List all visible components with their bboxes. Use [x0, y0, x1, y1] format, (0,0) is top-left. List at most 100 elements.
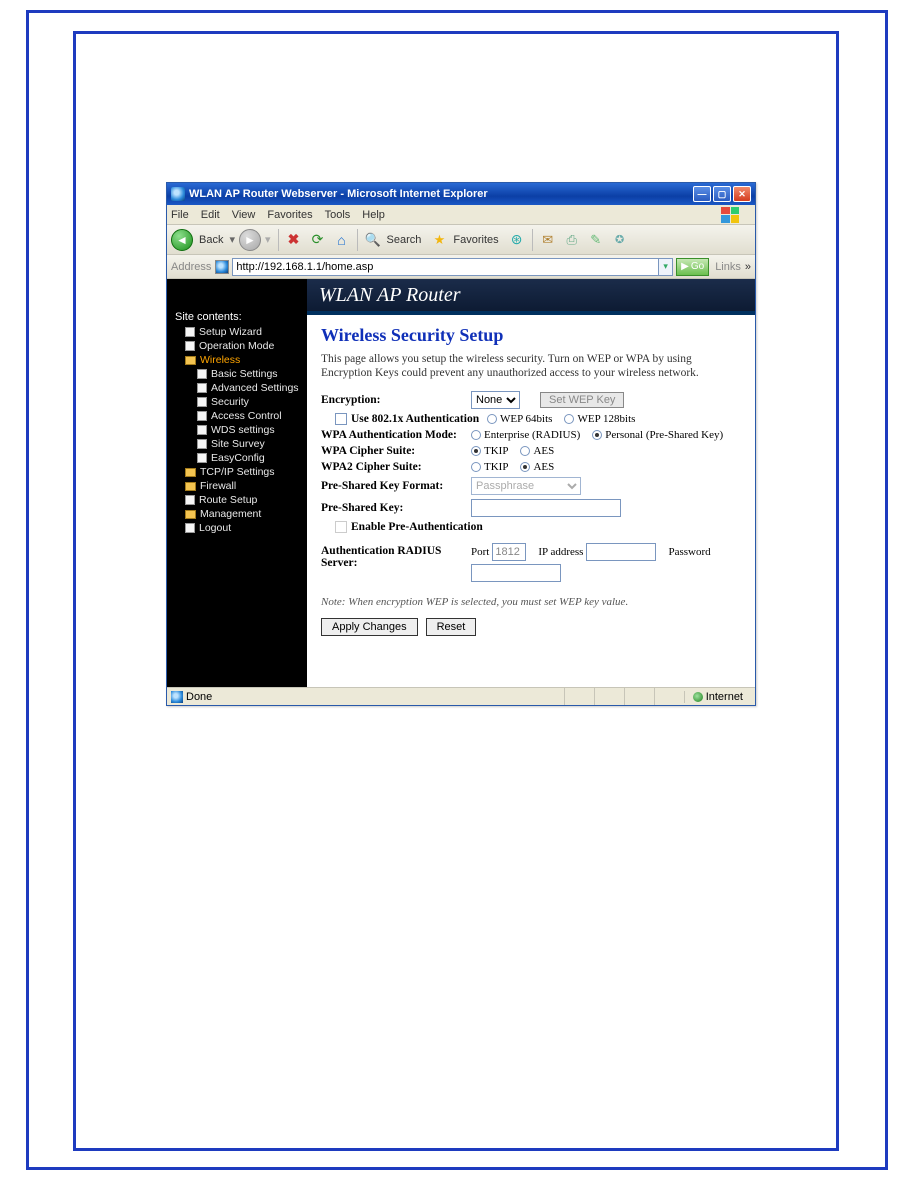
- file-icon: [185, 495, 195, 505]
- address-dropdown-icon[interactable]: ▾: [659, 258, 673, 276]
- wpa2-tkip-label: TKIP: [484, 461, 508, 473]
- folder-icon: [185, 468, 196, 477]
- sidebar-item-basic-settings[interactable]: Basic Settings: [171, 367, 303, 381]
- close-button[interactable]: ✕: [733, 186, 751, 202]
- sidebar-item-easyconfig[interactable]: EasyConfig: [171, 451, 303, 465]
- go-button[interactable]: ▶ Go: [676, 258, 709, 276]
- main-area: WLAN AP Router Wireless Security Setup T…: [307, 279, 755, 687]
- address-label: Address: [171, 261, 211, 273]
- wep-64-label: WEP 64bits: [500, 413, 552, 425]
- window-titlebar: WLAN AP Router Webserver - Microsoft Int…: [167, 183, 755, 205]
- edit-icon[interactable]: ✎: [587, 231, 605, 249]
- menu-help[interactable]: Help: [362, 209, 385, 221]
- sidebar-item-route-setup[interactable]: Route Setup: [171, 493, 303, 507]
- preauth-checkbox[interactable]: [335, 521, 347, 533]
- forward-dropdown-icon[interactable]: ▾: [265, 233, 271, 246]
- links-label[interactable]: Links: [715, 261, 741, 273]
- sidebar-item-access-control[interactable]: Access Control: [171, 409, 303, 423]
- wpa-enterprise-radio[interactable]: [471, 430, 481, 440]
- use-8021x-label: Use 802.1x Authentication: [351, 413, 487, 425]
- file-icon: [185, 327, 195, 337]
- menu-tools[interactable]: Tools: [325, 209, 351, 221]
- apply-changes-button[interactable]: Apply Changes: [321, 618, 418, 636]
- sidebar-item-logout[interactable]: Logout: [171, 521, 303, 535]
- menubar: File Edit View Favorites Tools Help: [167, 205, 755, 225]
- wpa-aes-radio[interactable]: [520, 446, 530, 456]
- file-icon: [197, 439, 207, 449]
- sidebar-header: Site contents:: [175, 311, 303, 323]
- sidebar-item-label: Site Survey: [211, 438, 265, 450]
- address-input[interactable]: [232, 258, 659, 276]
- browser-window: WLAN AP Router Webserver - Microsoft Int…: [166, 182, 756, 706]
- sidebar-item-label: Logout: [199, 522, 231, 534]
- use-8021x-checkbox[interactable]: [335, 413, 347, 425]
- links-expand-icon[interactable]: »: [745, 261, 751, 273]
- sidebar-item-security[interactable]: Security: [171, 395, 303, 409]
- sidebar-item-wireless[interactable]: Wireless: [171, 353, 303, 367]
- back-dropdown-icon[interactable]: ▾: [229, 233, 235, 246]
- sidebar-item-label: Operation Mode: [199, 340, 274, 352]
- sidebar-item-site-survey[interactable]: Site Survey: [171, 437, 303, 451]
- radius-ip-input[interactable]: [586, 543, 656, 561]
- stop-icon[interactable]: ✖: [285, 231, 303, 249]
- page-icon: [215, 260, 229, 274]
- sidebar-item-operation-mode[interactable]: Operation Mode: [171, 339, 303, 353]
- wpa2-tkip-radio[interactable]: [471, 462, 481, 472]
- psk-input[interactable]: [471, 499, 621, 517]
- radius-password-input[interactable]: [471, 564, 561, 582]
- internet-zone-label: Internet: [706, 691, 743, 703]
- sidebar-item-label: EasyConfig: [211, 452, 265, 464]
- discuss-icon[interactable]: ✪: [611, 231, 629, 249]
- set-wep-key-button[interactable]: Set WEP Key: [540, 392, 624, 408]
- file-icon: [197, 383, 207, 393]
- wep-128-radio[interactable]: [564, 414, 574, 424]
- minimize-button[interactable]: —: [693, 186, 711, 202]
- wep-64-radio[interactable]: [487, 414, 497, 424]
- sidebar-item-label: Security: [211, 396, 249, 408]
- favorites-icon[interactable]: ★: [430, 231, 448, 249]
- sidebar-item-management[interactable]: Management: [171, 507, 303, 521]
- sidebar-item-wds-settings[interactable]: WDS settings: [171, 423, 303, 437]
- wpa-tkip-radio[interactable]: [471, 446, 481, 456]
- sidebar-item-firewall[interactable]: Firewall: [171, 479, 303, 493]
- reset-button[interactable]: Reset: [426, 618, 477, 636]
- search-icon[interactable]: 🔍: [364, 231, 382, 249]
- radius-port-input[interactable]: [492, 543, 526, 561]
- sidebar-item-setup-wizard[interactable]: Setup Wizard: [171, 325, 303, 339]
- menu-file[interactable]: File: [171, 209, 189, 221]
- refresh-icon[interactable]: ⟳: [309, 231, 327, 249]
- menu-edit[interactable]: Edit: [201, 209, 220, 221]
- note-text: Note: When encryption WEP is selected, y…: [321, 596, 741, 608]
- sidebar-item-advanced-settings[interactable]: Advanced Settings: [171, 381, 303, 395]
- internet-zone-icon: [693, 692, 703, 702]
- wpa2-aes-radio[interactable]: [520, 462, 530, 472]
- wpa-tkip-label: TKIP: [484, 445, 508, 457]
- sidebar-item-label: Firewall: [200, 480, 236, 492]
- windows-flag-icon: [721, 207, 739, 223]
- favorites-label: Favorites: [453, 234, 498, 246]
- print-icon[interactable]: ⎙: [563, 231, 581, 249]
- search-label: Search: [387, 234, 422, 246]
- maximize-button[interactable]: ▢: [713, 186, 731, 202]
- encryption-select[interactable]: None: [471, 391, 520, 409]
- menu-favorites[interactable]: Favorites: [267, 209, 312, 221]
- wpa-personal-radio[interactable]: [592, 430, 602, 440]
- menu-view[interactable]: View: [232, 209, 256, 221]
- page-viewport: Site contents: Setup WizardOperation Mod…: [167, 279, 755, 687]
- separator: [278, 229, 279, 251]
- sidebar-item-tcp-ip-settings[interactable]: TCP/IP Settings: [171, 465, 303, 479]
- back-button[interactable]: ◄: [171, 229, 193, 251]
- psk-format-label: Pre-Shared Key Format:: [321, 480, 471, 492]
- sidebar-item-label: Advanced Settings: [211, 382, 299, 394]
- wpa2-cipher-label: WPA2 Cipher Suite:: [321, 461, 471, 473]
- file-icon: [185, 523, 195, 533]
- file-icon: [197, 369, 207, 379]
- forward-button[interactable]: ►: [239, 229, 261, 251]
- sidebar-item-label: Wireless: [200, 354, 240, 366]
- wpa2-aes-label: AES: [533, 461, 554, 473]
- media-icon[interactable]: ⊛: [508, 231, 526, 249]
- wep-128-label: WEP 128bits: [577, 413, 635, 425]
- preauth-label: Enable Pre-Authentication: [351, 521, 501, 533]
- home-icon[interactable]: ⌂: [333, 231, 351, 249]
- mail-icon[interactable]: ✉: [539, 231, 557, 249]
